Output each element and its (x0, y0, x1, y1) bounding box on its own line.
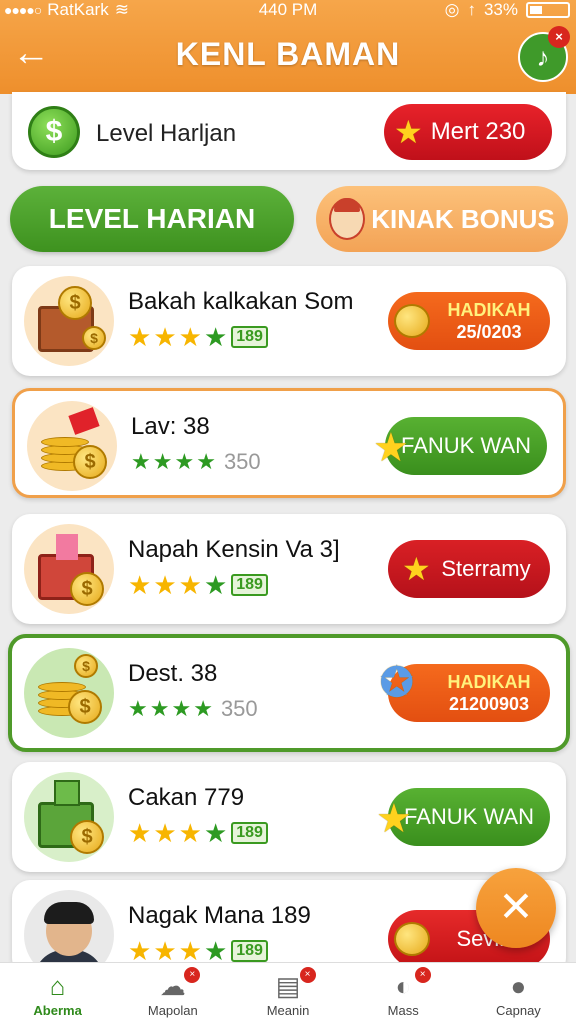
battery-percent: 33% (483, 0, 518, 19)
reward-date: 21200903 (448, 694, 530, 714)
notification-badge: × (184, 967, 201, 983)
coin-stack-icon (394, 922, 430, 956)
app-header: ●●●●○ RatKark ≋ 440 PM ◎ ↑ 33% ← KENL BA… (0, 0, 576, 94)
tools-fab-button[interactable]: ✕ (476, 868, 556, 948)
coin-stack-icon (394, 304, 430, 338)
rating-stars: ★ ★ ★ ★ 189 (128, 324, 268, 350)
battery-icon (526, 2, 570, 18)
user-icon: ● (510, 971, 527, 1001)
level-card[interactable]: $ $ Bakah kalkakan Som ★ ★ ★ ★ 189 HADIKAH … (12, 266, 566, 376)
level-tag: 189 (231, 822, 268, 844)
level-title: Nagak Mana 189 (128, 902, 311, 929)
status-right: ◎ ↑ 33% (445, 0, 570, 20)
claim-button[interactable]: ★ FANUK WAN (376, 788, 550, 846)
rating-stars: ★ ★ ★ ★ 350 (128, 696, 258, 721)
tab-kinak-bonus[interactable]: KINAK BONUS (316, 186, 568, 252)
rating-stars: ★ ★ ★ ★ 189 (128, 572, 268, 598)
bottom-nav: ⌂ Aberma ☁ × Mapolan ▤ × Meanin ◐ × Mass… (0, 962, 576, 1024)
reward-label: HADIKAH (447, 672, 531, 692)
claim-label: FANUK WAN (401, 433, 531, 458)
nav-item-aberma[interactable]: ⌂ Aberma (0, 963, 115, 1024)
avatar-icon (329, 198, 366, 240)
tools-icon: ✕ (498, 883, 534, 930)
nav-label: Mass (387, 1003, 419, 1018)
notification-badge: × (414, 967, 431, 983)
level-count: 350 (220, 696, 258, 721)
level-tag: 189 (231, 326, 268, 348)
level-title: Bakah kalkakan Som (128, 288, 354, 315)
home-icon: ⌂ (49, 971, 66, 1001)
merit-label: Mert 230 (430, 118, 526, 145)
level-title: Dest. 38 (128, 660, 218, 687)
star-icon: ★ (373, 426, 409, 470)
page-title: KENL BAMAN (175, 36, 401, 72)
level-title: Napah Kensin Va 3] (128, 536, 340, 563)
status-bar: ●●●●○ RatKark ≋ 440 PM ◎ ↑ 33% (0, 0, 576, 20)
rating-stars: ★ ★ ★ ★ 189 (128, 938, 268, 964)
reward-label: HADIKAH (447, 300, 531, 320)
coin-stack-icon: $ (27, 401, 117, 491)
treasure-box-icon: $ (24, 524, 114, 614)
medal-icon: ✪ (380, 661, 414, 705)
level-title: Cakan 779 (128, 784, 245, 811)
nav-label: Aberma (33, 1003, 82, 1018)
star-icon: ★ (402, 551, 431, 587)
reward-button[interactable]: HADIKAH 25/0203 (388, 292, 550, 350)
rating-stars: ★ ★ ★ ★ 350 (131, 449, 261, 474)
notification-badge: × (548, 26, 570, 48)
daily-level-card[interactable]: $ Level Harljan ★ Mert 230 (12, 92, 566, 170)
level-tag: 189 (231, 574, 268, 596)
treasure-box-icon: $ $ (24, 276, 114, 366)
level-card[interactable]: $ Lav: 38 ★ ★ ★ ★ 350 ★ FANUK WAN (12, 388, 566, 498)
level-card[interactable]: $ $ Dest. 38 ★ ★ ★ ★ 350 ✪ HADIKAH 21200903 (8, 634, 570, 752)
nav-label: Capnay (496, 1003, 541, 1018)
level-title: Lav: 38 (131, 413, 210, 440)
nav-label: Meanin (266, 1003, 310, 1018)
tab-level-harian[interactable]: LEVEL HARIAN (10, 186, 294, 252)
claim-label: FANUK WAN (404, 804, 534, 829)
dollar-coin-icon: $ (28, 106, 80, 158)
nav-label: Mapolan (147, 1003, 198, 1018)
claim-button[interactable]: ★ FANUK WAN (373, 417, 547, 475)
notification-badge: × (299, 967, 316, 983)
star-icon: ★ (394, 114, 423, 150)
tab-kinak-bonus-label: KINAK BONUS (371, 203, 555, 234)
nav-item-capnay[interactable]: ● Capnay (461, 963, 576, 1024)
location-icon: ↑ (467, 0, 476, 19)
reward-button[interactable]: ✪ HADIKAH 21200903 (380, 663, 550, 722)
star-icon: ★ (376, 797, 412, 841)
reward-date: 25/0203 (456, 322, 522, 342)
level-count: 350 (223, 449, 261, 474)
rating-stars: ★ ★ ★ ★ 189 (128, 820, 268, 846)
coin-stack-icon: $ $ (24, 648, 114, 738)
level-card[interactable]: $ Cakan 779 ★ ★ ★ ★ 189 ★ FANUK WAN (12, 762, 566, 872)
nav-item-meanin[interactable]: ▤ × Meanin (230, 963, 345, 1024)
daily-level-label: Level Harljan (96, 120, 237, 147)
merit-button[interactable]: ★ Mert 230 (384, 104, 552, 160)
lock-rotation-icon: ◎ (444, 0, 460, 19)
reward-button[interactable]: ★ Sterramy (388, 540, 550, 598)
level-card[interactable]: $ Napah Kensin Va 3] ★ ★ ★ ★ 189 ★ Sterramy (12, 514, 566, 624)
level-tag: 189 (231, 940, 268, 962)
tab-level-harian-label: LEVEL HARIAN (48, 203, 256, 234)
cash-box-icon: $ (24, 772, 114, 862)
nav-item-mapolan[interactable]: ☁ × Mapolan (115, 963, 230, 1024)
nav-item-mass[interactable]: ◐ × Mass (346, 963, 461, 1024)
